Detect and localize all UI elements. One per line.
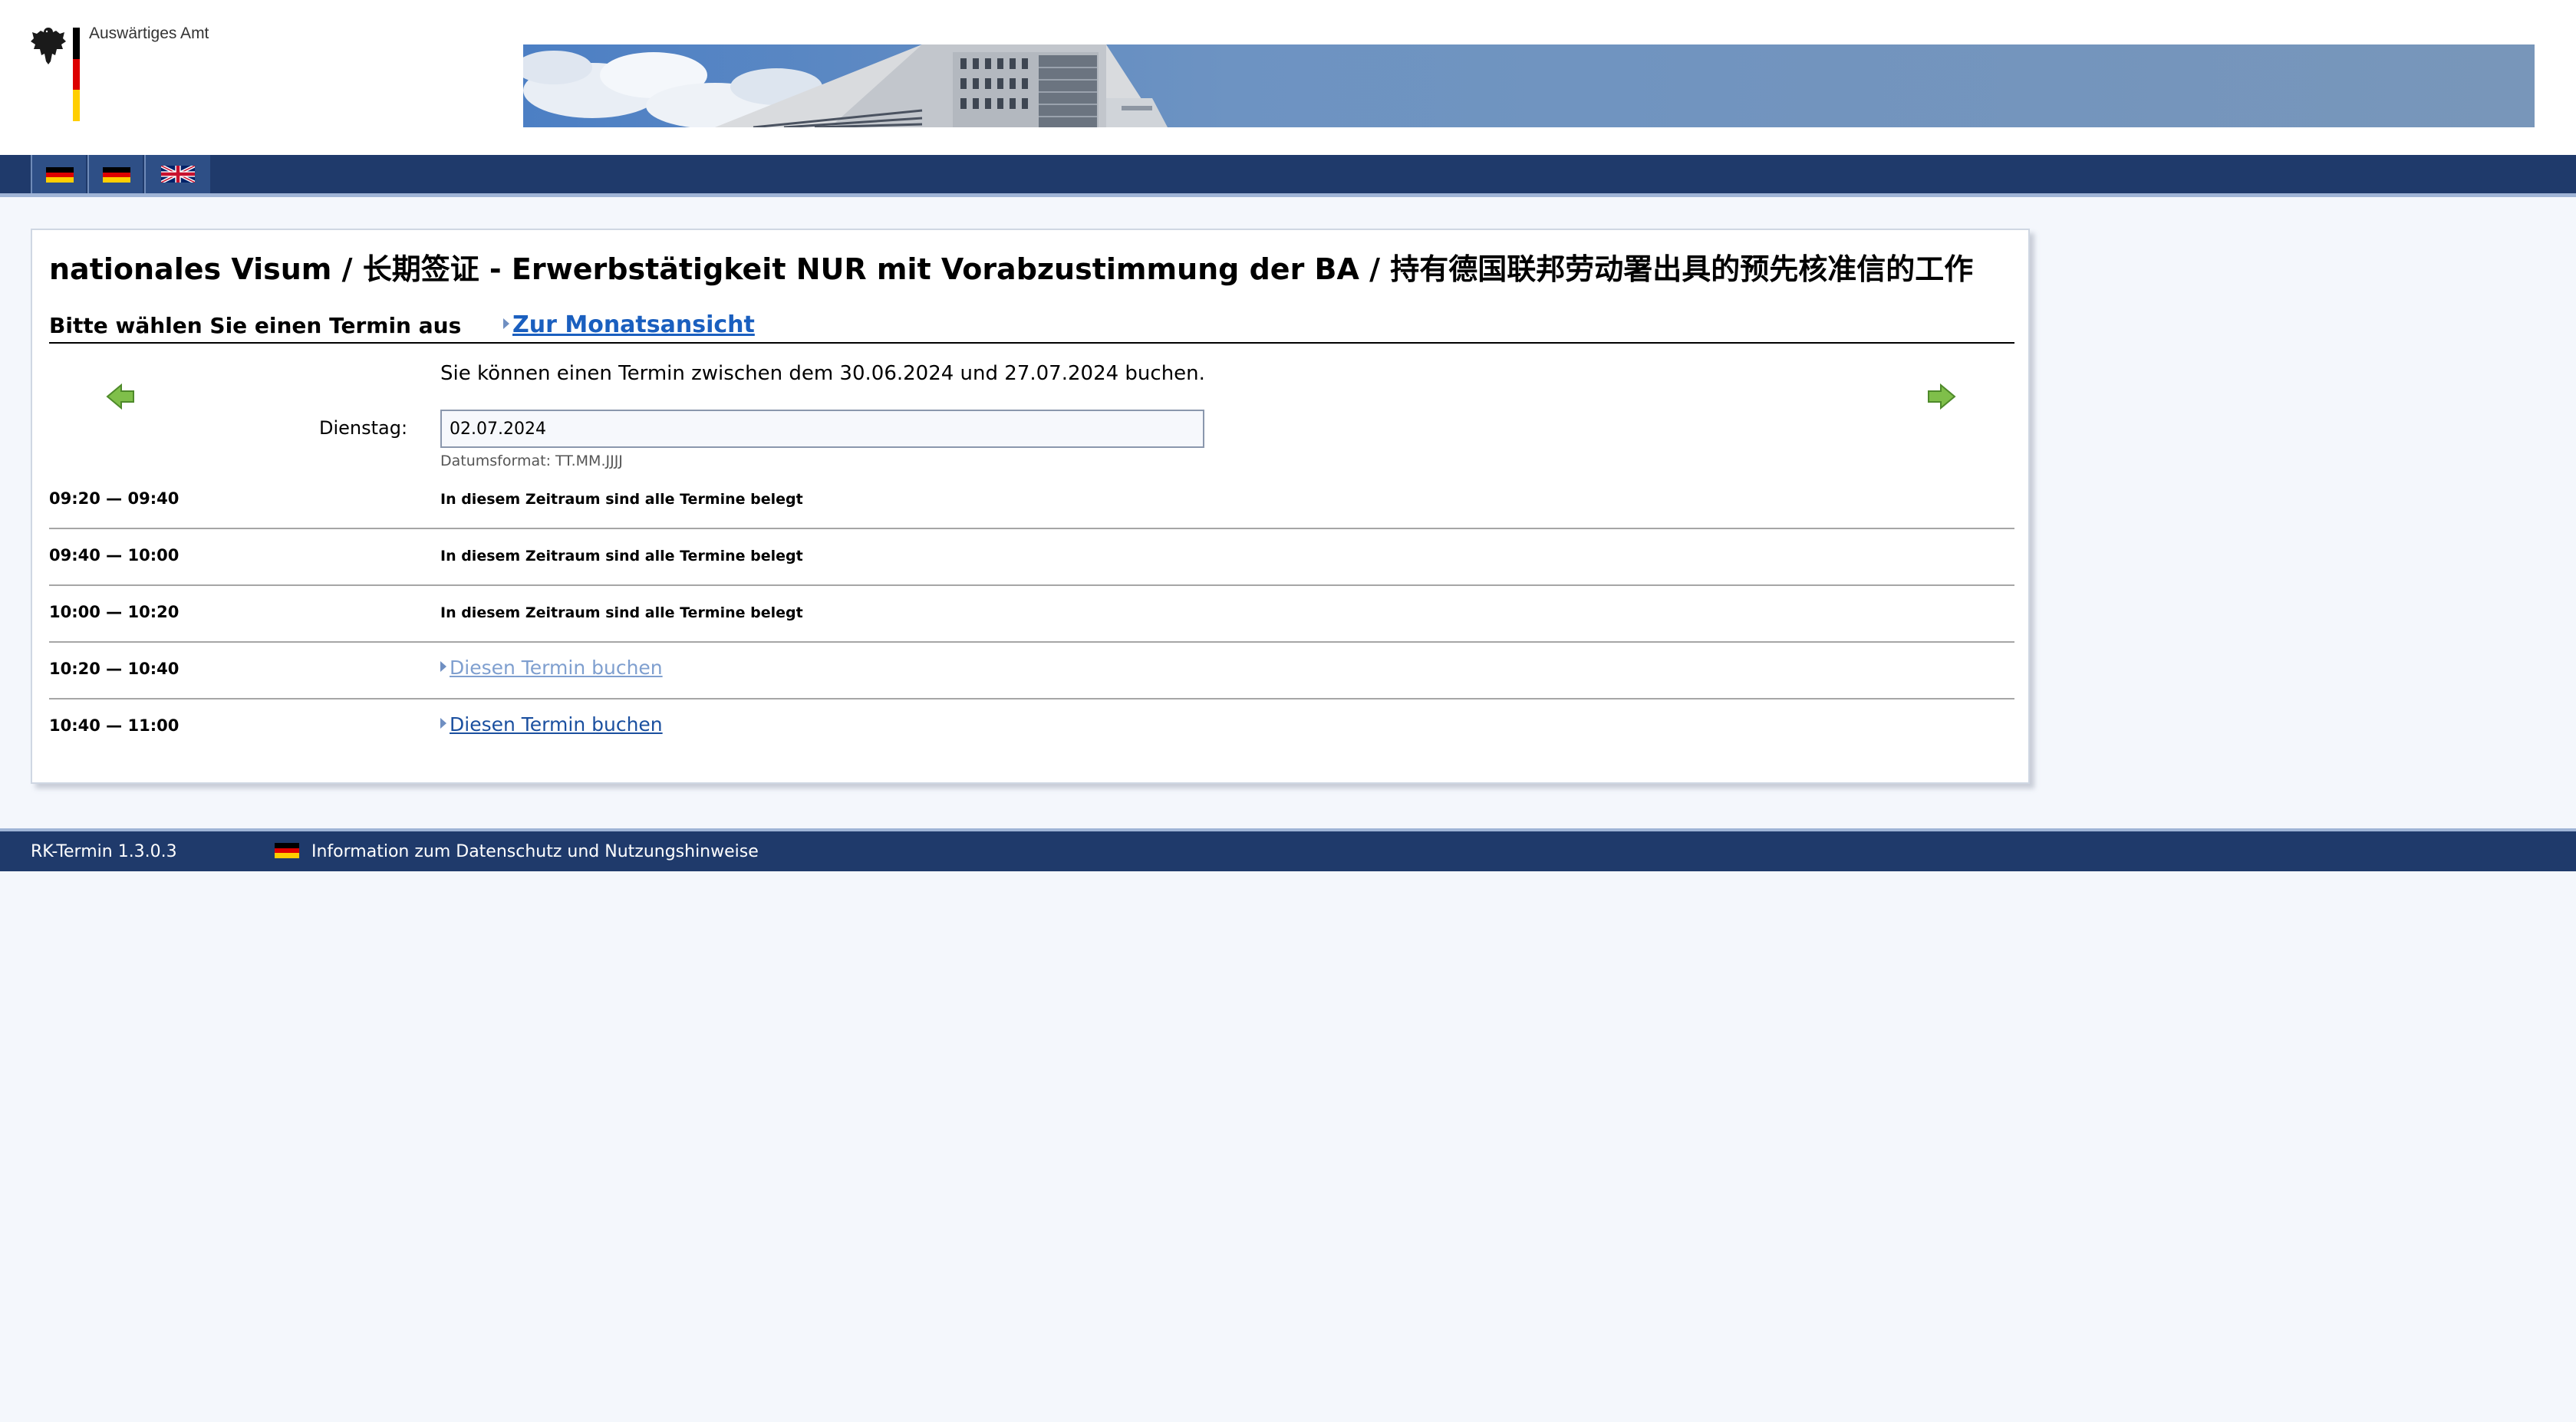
booking-range-info: Sie können einen Termin zwischen dem 30.… — [440, 362, 1205, 385]
book-appointment-label: Diesen Termin buchen — [450, 657, 663, 679]
language-option-german-alt[interactable] — [87, 155, 143, 193]
bullet-arrow-icon — [440, 661, 446, 672]
app-version: RK-Termin 1.3.0.3 — [31, 842, 177, 861]
subheading-row: Bitte wählen Sie einen Termin aus Zur Mo… — [49, 311, 2014, 344]
appointment-card: nationales Visum / 长期签证 - Erwerbstätigke… — [31, 229, 2030, 784]
de-flag-icon — [46, 167, 74, 183]
slot-status: In diesem Zeitraum sind alle Termine bel… — [440, 604, 803, 621]
month-view-link[interactable]: Zur Monatsansicht — [503, 311, 755, 338]
book-appointment-link[interactable]: Diesen Termin buchen — [440, 657, 663, 679]
slot-status: In diesem Zeitraum sind alle Termine bel… — [440, 491, 803, 508]
book-appointment-link[interactable]: Diesen Termin buchen — [440, 713, 663, 736]
de-flag-icon — [103, 167, 130, 183]
page-footer: RK-Termin 1.3.0.3 Information zum Datens… — [0, 828, 2576, 871]
german-flag-stripe — [73, 28, 80, 121]
slot-time: 10:00 — 10:20 — [49, 603, 180, 621]
slot-time: 09:40 — 10:00 — [49, 546, 180, 565]
next-day-arrow-icon[interactable] — [1925, 383, 1956, 410]
org-name: Auswärtiges Amt — [89, 25, 209, 42]
date-format-hint: Datumsformat: TT.MM.JJJJ — [440, 453, 623, 469]
page-title: nationales Visum / 长期签证 - Erwerbstätigke… — [49, 252, 1974, 286]
page-header: Auswärtiges Amt — [0, 0, 2576, 155]
weekday-label: Dienstag: — [319, 417, 408, 439]
book-appointment-label: Diesen Termin buchen — [450, 713, 663, 736]
slot-time: 10:20 — 10:40 — [49, 660, 180, 678]
auswaertiges-amt-logo[interactable]: Auswärtiges Amt — [29, 25, 229, 124]
header-banner-image — [523, 44, 2535, 127]
bullet-arrow-icon — [440, 718, 446, 729]
slot-status: In diesem Zeitraum sind alle Termine bel… — [440, 548, 803, 565]
slot-time: 10:40 — 11:00 — [49, 716, 180, 735]
uk-flag-icon — [161, 166, 195, 183]
time-slot-row: 10:20 — 10:40 Diesen Termin buchen — [49, 643, 2014, 699]
month-view-link-label: Zur Monatsansicht — [512, 311, 755, 338]
previous-day-arrow-icon[interactable] — [106, 383, 137, 410]
date-input[interactable] — [440, 410, 1204, 448]
language-option-english[interactable] — [144, 155, 210, 193]
slot-time: 09:20 — 09:40 — [49, 489, 180, 508]
privacy-info-link[interactable]: Information zum Datenschutz und Nutzungs… — [311, 842, 759, 861]
de-flag-icon — [275, 843, 299, 858]
subheading: Bitte wählen Sie einen Termin aus — [49, 313, 462, 338]
bullet-arrow-icon — [503, 318, 509, 329]
time-slot-row: 09:40 — 10:00 In diesem Zeitraum sind al… — [49, 529, 2014, 586]
federal-eagle-icon — [31, 28, 66, 64]
language-option-german[interactable] — [31, 155, 86, 193]
language-bar — [0, 155, 2576, 197]
time-slot-row: 10:00 — 10:20 In diesem Zeitraum sind al… — [49, 586, 2014, 643]
time-slot-row: 09:20 — 09:40 In diesem Zeitraum sind al… — [49, 472, 2014, 529]
time-slot-row: 10:40 — 11:00 Diesen Termin buchen — [49, 699, 2014, 756]
